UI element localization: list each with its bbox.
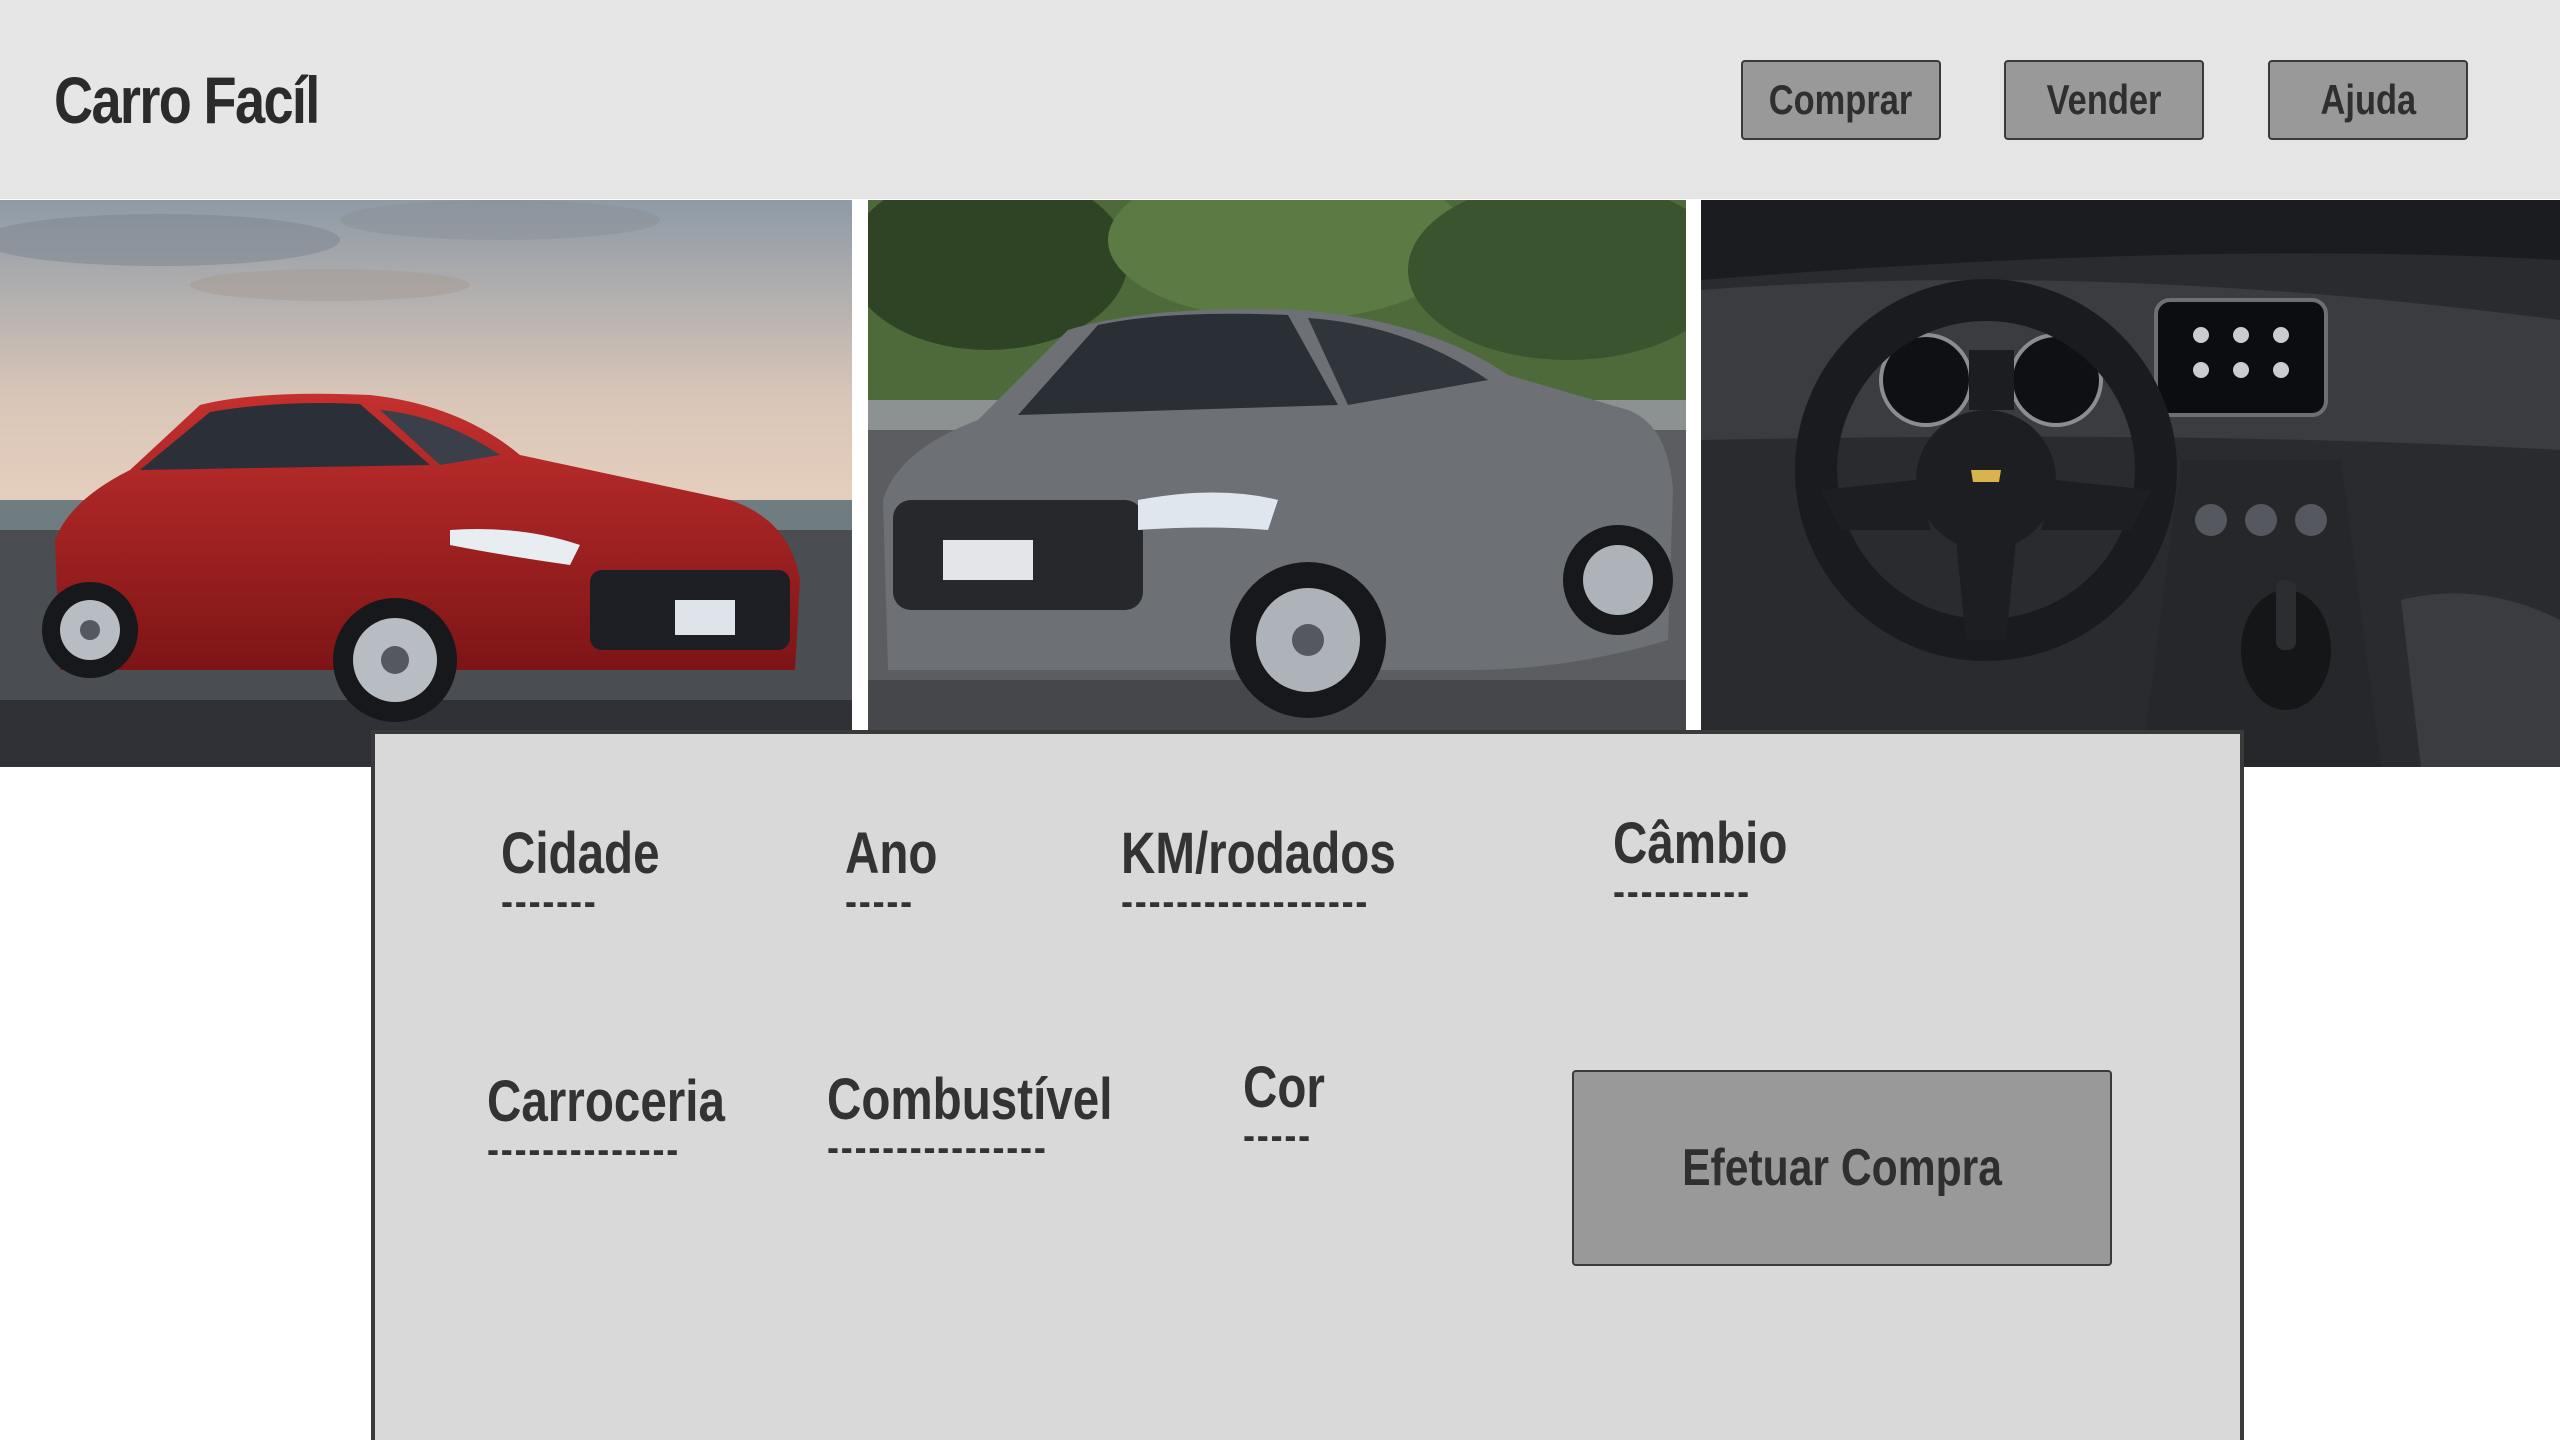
city-value: -------	[501, 880, 598, 924]
transmission-value: ----------	[1613, 870, 1751, 914]
city-spec: Cidade -------	[501, 820, 694, 924]
fuel-label: Combustível	[827, 1067, 1113, 1132]
fuel-value: ----------------	[827, 1126, 1048, 1170]
help-nav-button[interactable]: Ajuda	[2268, 60, 2468, 140]
city-label: Cidade	[501, 821, 660, 886]
car-interior-photo	[1701, 200, 2560, 767]
gray-sedan-photo	[868, 200, 1686, 767]
body-value: --------------	[487, 1128, 681, 1172]
buy-nav-label: Comprar	[1769, 76, 1913, 123]
year-spec: Ano -----	[845, 820, 958, 924]
purchase-button-label: Efetuar Compra	[1682, 1139, 2002, 1197]
sell-nav-button[interactable]: Vender	[2004, 60, 2204, 140]
red-hatchback-photo	[0, 200, 852, 767]
transmission-label: Câmbio	[1613, 811, 1788, 876]
fuel-spec: Combustível ----------------	[827, 1066, 1175, 1170]
buy-nav-button[interactable]: Comprar	[1741, 60, 1941, 140]
body-spec: Carroceria --------------	[487, 1068, 777, 1172]
help-nav-label: Ajuda	[2320, 76, 2416, 123]
km-spec: KM/rodados ------------------	[1121, 820, 1456, 924]
year-value: -----	[845, 880, 914, 924]
year-label: Ano	[845, 821, 938, 886]
km-label: KM/rodados	[1121, 821, 1396, 886]
car-details-panel: Cidade ------- Ano ----- KM/rodados ----…	[371, 730, 2244, 1440]
transmission-spec: Câmbio ----------	[1613, 810, 1826, 914]
body-label: Carroceria	[487, 1069, 725, 1134]
purchase-button[interactable]: Efetuar Compra	[1572, 1070, 2112, 1266]
top-header: Carro Facíl Comprar Vender Ajuda	[0, 0, 2560, 199]
color-spec: Cor -----	[1243, 1054, 1343, 1158]
brand-title: Carro Facíl	[54, 63, 320, 137]
color-label: Cor	[1243, 1055, 1325, 1120]
sell-nav-label: Vender	[2046, 76, 2162, 123]
km-value: ------------------	[1121, 880, 1370, 924]
color-value: -----	[1243, 1114, 1312, 1158]
